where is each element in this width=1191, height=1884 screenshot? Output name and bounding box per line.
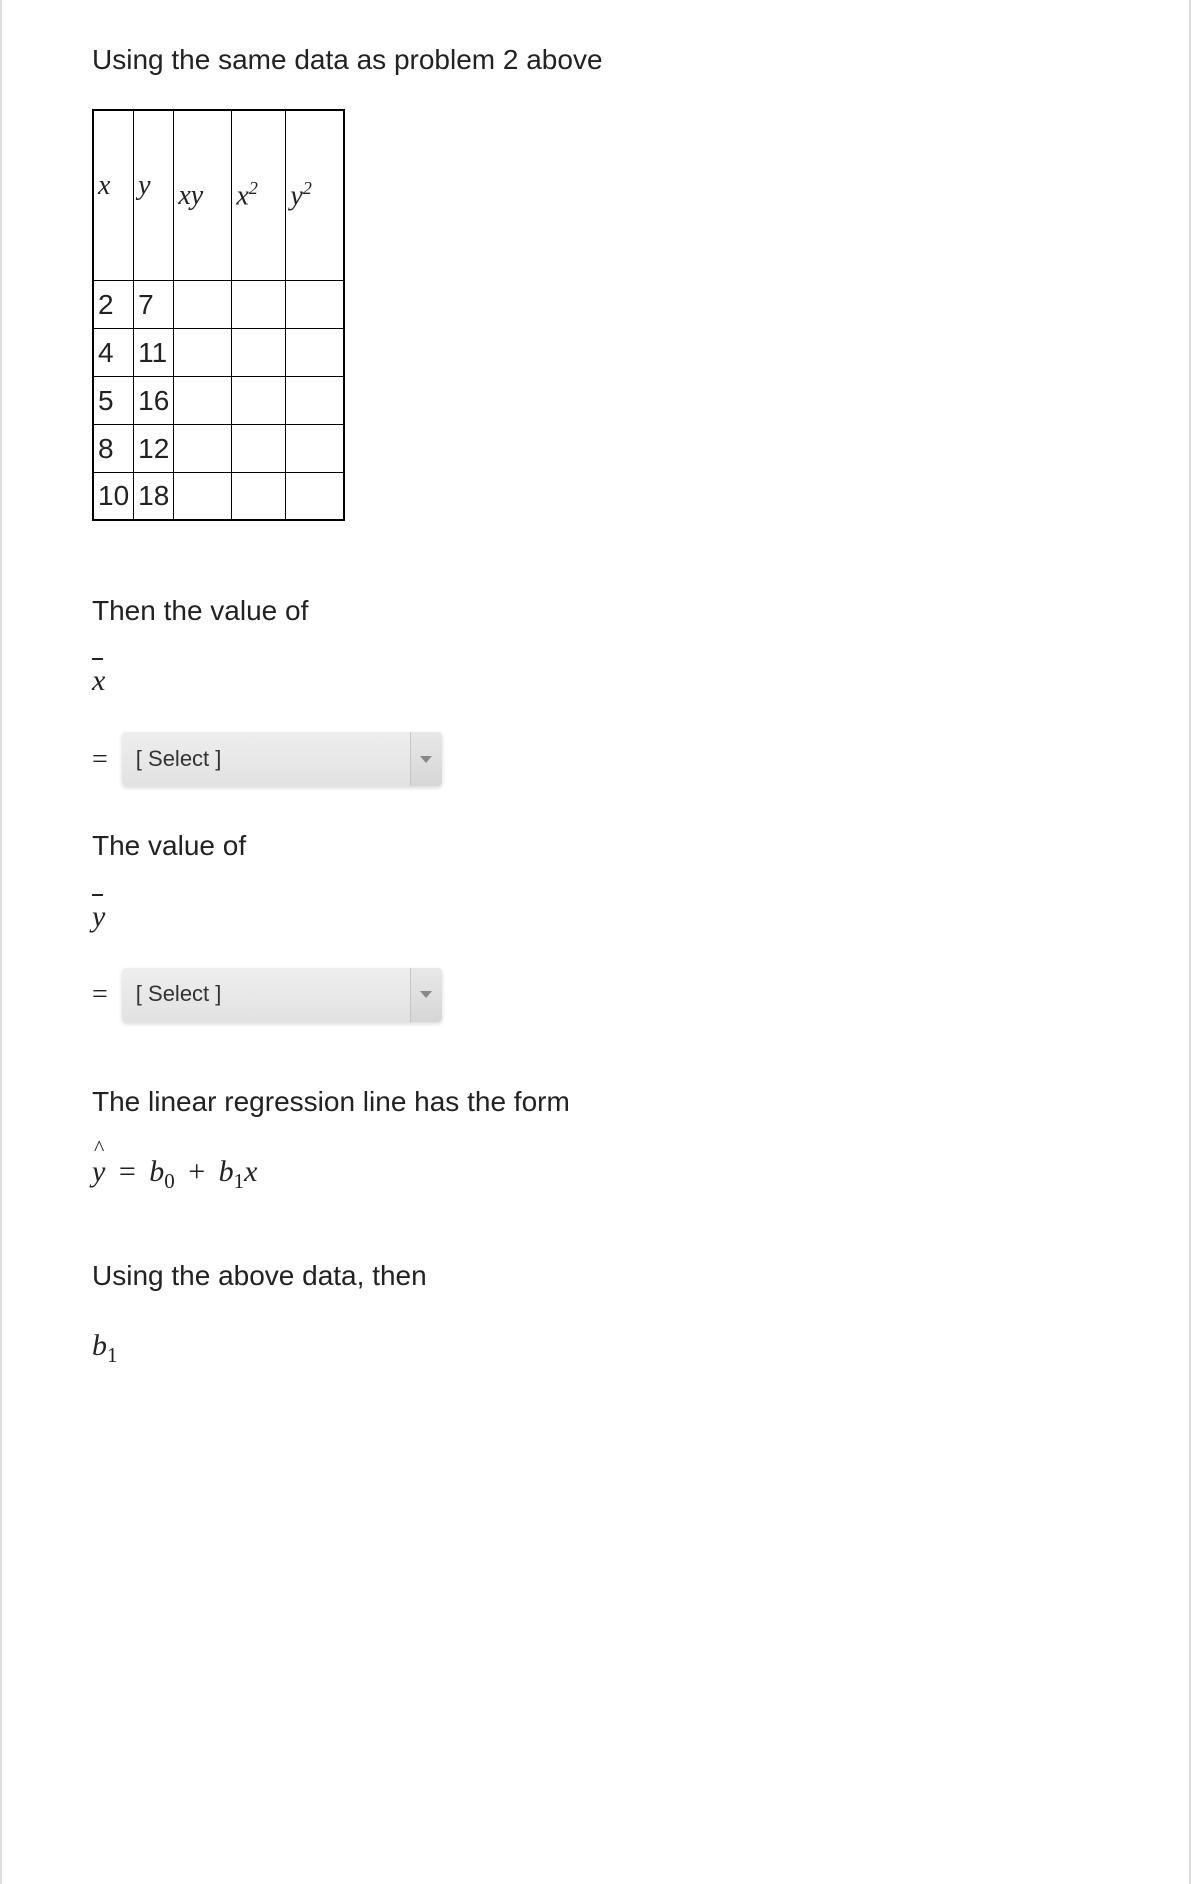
cell-y: 11: [134, 328, 174, 376]
x2-base: x: [236, 181, 248, 212]
b1-b: b: [219, 1155, 234, 1188]
using-above-text: Using the above data, then: [92, 1256, 1099, 1295]
regression-intro-text: The linear regression line has the form: [92, 1082, 1099, 1121]
cell-x: 2: [93, 280, 134, 328]
cell-x: 8: [93, 424, 134, 472]
b0-b: b: [149, 1155, 164, 1188]
col-header-y2: y2: [286, 110, 344, 280]
b1-symbol: b1: [92, 1325, 1099, 1370]
x2-sup: 2: [249, 178, 258, 198]
ybar-select-row: = [ Select ]: [92, 968, 1099, 1022]
col-header-xy: xy: [174, 110, 232, 280]
ybar-symbol: y: [92, 896, 1099, 938]
eq-x: x: [244, 1155, 257, 1188]
b1-sub: 1: [234, 1169, 245, 1193]
ybar-select[interactable]: [ Select ]: [122, 968, 442, 1022]
cell-y: 12: [134, 424, 174, 472]
b1-sub: 1: [107, 1343, 118, 1367]
col-header-y: y: [134, 110, 174, 280]
cell-y2: [286, 280, 344, 328]
cell-y: 7: [134, 280, 174, 328]
col-header-x: x: [93, 110, 134, 280]
y-hat: y: [92, 1151, 105, 1193]
y2-base: y: [290, 181, 302, 212]
cell-y: 18: [134, 472, 174, 520]
col-header-x2: x2: [232, 110, 286, 280]
table-row: 10 18: [93, 472, 344, 520]
cell-x: 10: [93, 472, 134, 520]
equals-sign: =: [92, 975, 108, 1014]
cell-x2: [232, 280, 286, 328]
b0-sub: 0: [164, 1169, 175, 1193]
equals-sign: =: [92, 740, 108, 779]
equals-op: =: [113, 1155, 142, 1188]
xbar-select[interactable]: [ Select ]: [122, 732, 442, 786]
xbar-select-row: = [ Select ]: [92, 732, 1099, 786]
value-of-text: The value of: [92, 826, 1099, 865]
question-page: Using the same data as problem 2 above x…: [0, 0, 1191, 1884]
cell-xy: [174, 376, 232, 424]
cell-xy: [174, 424, 232, 472]
select-caret: [410, 968, 442, 1022]
data-table: x y xy x2 y2 2 7 4 11: [92, 109, 345, 521]
cell-y2: [286, 328, 344, 376]
cell-xy: [174, 280, 232, 328]
chevron-down-icon: [420, 756, 432, 763]
table-header-row: x y xy x2 y2: [93, 110, 344, 280]
select-label: [ Select ]: [122, 732, 442, 786]
cell-xy: [174, 472, 232, 520]
plus-op: +: [182, 1155, 211, 1188]
select-label: [ Select ]: [122, 968, 442, 1022]
select-caret: [410, 732, 442, 786]
cell-x: 4: [93, 328, 134, 376]
y2-sup: 2: [303, 178, 312, 198]
cell-x2: [232, 472, 286, 520]
then-value-of-text: Then the value of: [92, 591, 1099, 630]
table-row: 5 16: [93, 376, 344, 424]
cell-y2: [286, 472, 344, 520]
xbar-symbol: x: [92, 660, 1099, 702]
cell-y: 16: [134, 376, 174, 424]
cell-x: 5: [93, 376, 134, 424]
cell-y2: [286, 376, 344, 424]
chevron-down-icon: [420, 991, 432, 998]
x-bar: x: [92, 660, 105, 702]
cell-x2: [232, 424, 286, 472]
b1-b: b: [92, 1329, 107, 1362]
y-bar: y: [92, 896, 105, 938]
intro-text: Using the same data as problem 2 above: [92, 40, 1099, 79]
cell-xy: [174, 328, 232, 376]
cell-x2: [232, 328, 286, 376]
cell-x2: [232, 376, 286, 424]
table-row: 2 7: [93, 280, 344, 328]
table-row: 4 11: [93, 328, 344, 376]
cell-y2: [286, 424, 344, 472]
regression-equation: y = b0 + b1x: [92, 1151, 1099, 1196]
table-row: 8 12: [93, 424, 344, 472]
